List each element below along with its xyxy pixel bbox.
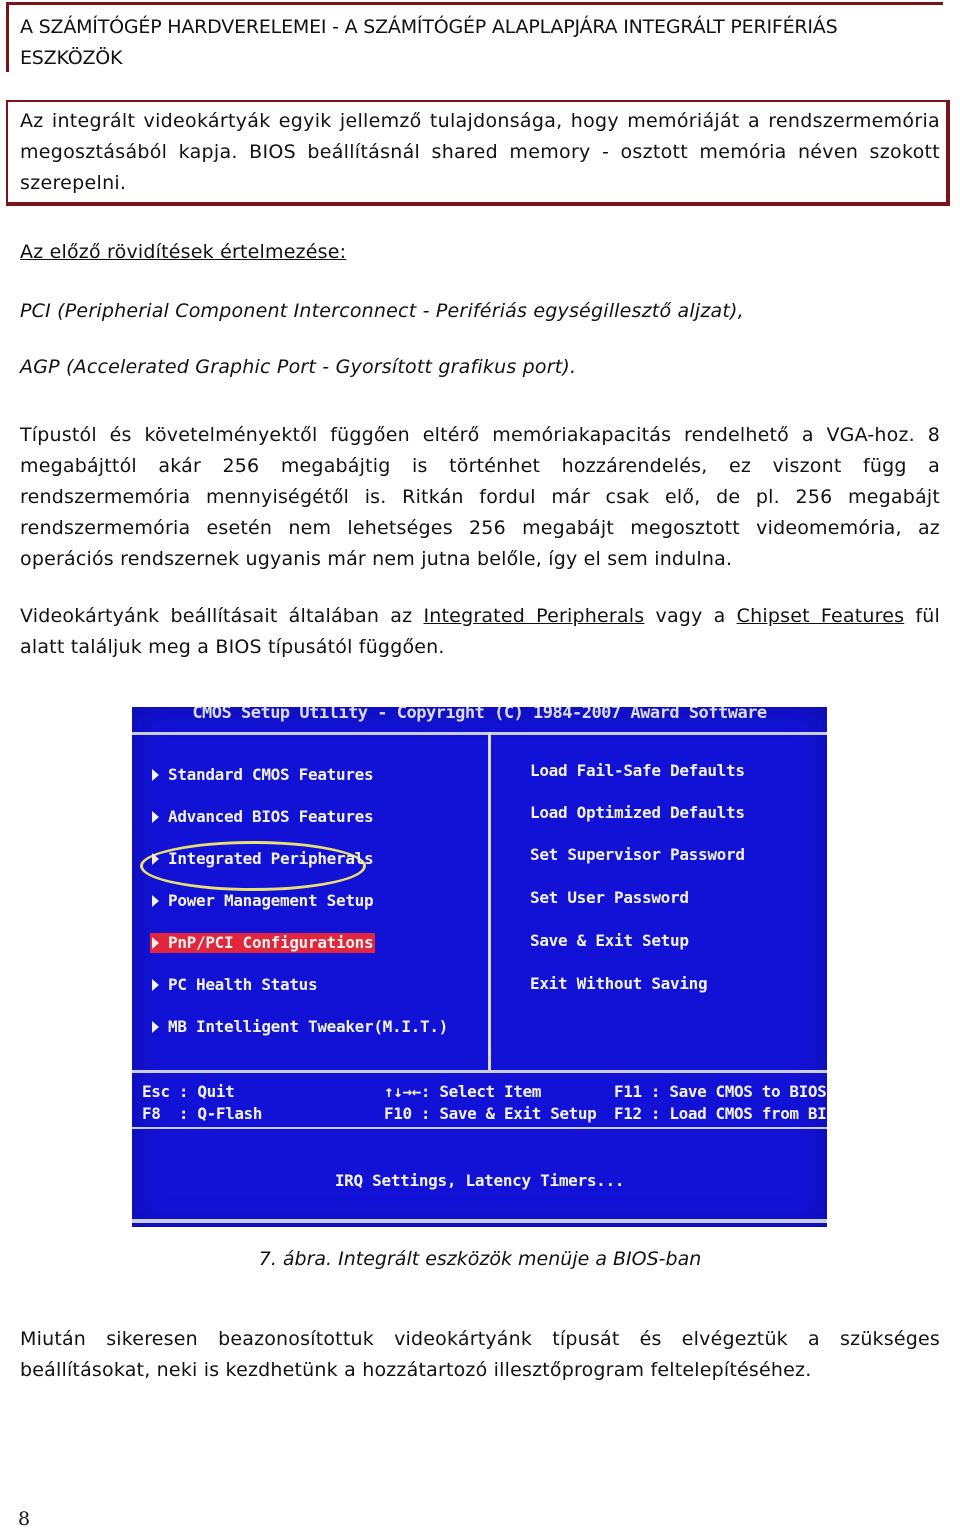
- paragraph-settings-text: vagy a: [644, 605, 737, 627]
- bios-key-f8: F8 : Q-Flash: [142, 1104, 263, 1123]
- paragraph-settings-text: Videokártyánk beállításait általában az: [20, 605, 424, 627]
- bios-menu-user-password[interactable]: Set User Password: [530, 888, 689, 908]
- page-header-title: A SZÁMÍTÓGÉP HARDVERELEMEI - A SZÁMÍTÓGÉ…: [20, 16, 838, 69]
- bios-menu-mit[interactable]: MB Intelligent Tweaker(M.I.T.): [152, 1017, 448, 1037]
- bios-divider-bottom: [132, 1219, 827, 1223]
- figure-caption: 7. ábra. Integrált eszközök menüje a BIO…: [258, 1248, 702, 1270]
- abbreviation-pci: PCI (Peripherial Component Interconnect …: [20, 300, 744, 322]
- bios-menu-pnp-pci[interactable]: PnP/PCI Configurations: [150, 933, 376, 953]
- triangle-right-icon: [152, 811, 159, 823]
- bios-key-f10: F10 : Save & Exit Setup: [384, 1104, 597, 1123]
- bios-menu-advanced-bios[interactable]: Advanced BIOS Features: [152, 807, 374, 827]
- bios-menu-pc-health[interactable]: PC Health Status: [152, 975, 318, 995]
- bios-key-esc: Esc : Quit: [142, 1082, 235, 1101]
- bios-menu-load-failsafe[interactable]: Load Fail-Safe Defaults: [530, 761, 745, 781]
- triangle-right-icon: [152, 895, 159, 907]
- bios-key-f11: F11 : Save CMOS to BIOS: [614, 1082, 827, 1101]
- bios-menu-integrated-peripherals[interactable]: Integrated Peripherals: [152, 849, 374, 869]
- bios-key-arrows: ↑↓→←: Select Item: [384, 1082, 541, 1101]
- bios-title: CMOS Setup Utility - Copyright (C) 1984-…: [192, 707, 767, 723]
- bios-divider-middle: [132, 1070, 827, 1073]
- paragraph-memory: Típustól és követelményektől függően elt…: [20, 424, 940, 570]
- bios-screenshot: CMOS Setup Utility - Copyright (C) 1984-…: [132, 707, 827, 1227]
- bios-key-f12: F12 : Load CMOS from BIOS: [614, 1104, 827, 1123]
- triangle-right-icon: [152, 937, 159, 949]
- integrated-peripherals-link[interactable]: Integrated Peripherals: [423, 605, 644, 627]
- page-number: 8: [18, 1508, 31, 1530]
- triangle-right-icon: [152, 853, 159, 865]
- paragraph-driver: Miután sikeresen beazonosítottuk videoká…: [20, 1328, 940, 1381]
- bios-menu-supervisor-password[interactable]: Set Supervisor Password: [530, 845, 745, 865]
- paragraph-settings: Videokártyánk beállításait általában az …: [20, 601, 940, 663]
- abbreviations-heading: Az előző rövidítések értelmezése:: [20, 241, 347, 263]
- abbreviation-agp: AGP (Accelerated Graphic Port - Gyorsíto…: [20, 356, 577, 378]
- bios-menu-standard-cmos[interactable]: Standard CMOS Features: [152, 765, 374, 785]
- header-left-border: [6, 2, 9, 72]
- bios-menu-save-exit[interactable]: Save & Exit Setup: [530, 931, 689, 951]
- triangle-right-icon: [152, 769, 159, 781]
- bios-menu-exit-without-saving[interactable]: Exit Without Saving: [530, 974, 708, 994]
- triangle-right-icon: [152, 1021, 159, 1033]
- bios-divider-top: [132, 732, 827, 735]
- bios-menu-load-optimized[interactable]: Load Optimized Defaults: [530, 803, 745, 823]
- bios-divider-vertical: [488, 732, 491, 1070]
- triangle-right-icon: [152, 979, 159, 991]
- header-top-border: [6, 2, 943, 5]
- bios-menu-power-management[interactable]: Power Management Setup: [152, 891, 374, 911]
- chipset-features-link[interactable]: Chipset Features: [737, 605, 905, 627]
- callout-text: Az integrált videokártyák egyik jellemző…: [20, 110, 940, 194]
- bios-help-text: IRQ Settings, Latency Timers...: [334, 1171, 625, 1190]
- bios-divider-keys: [132, 1127, 827, 1129]
